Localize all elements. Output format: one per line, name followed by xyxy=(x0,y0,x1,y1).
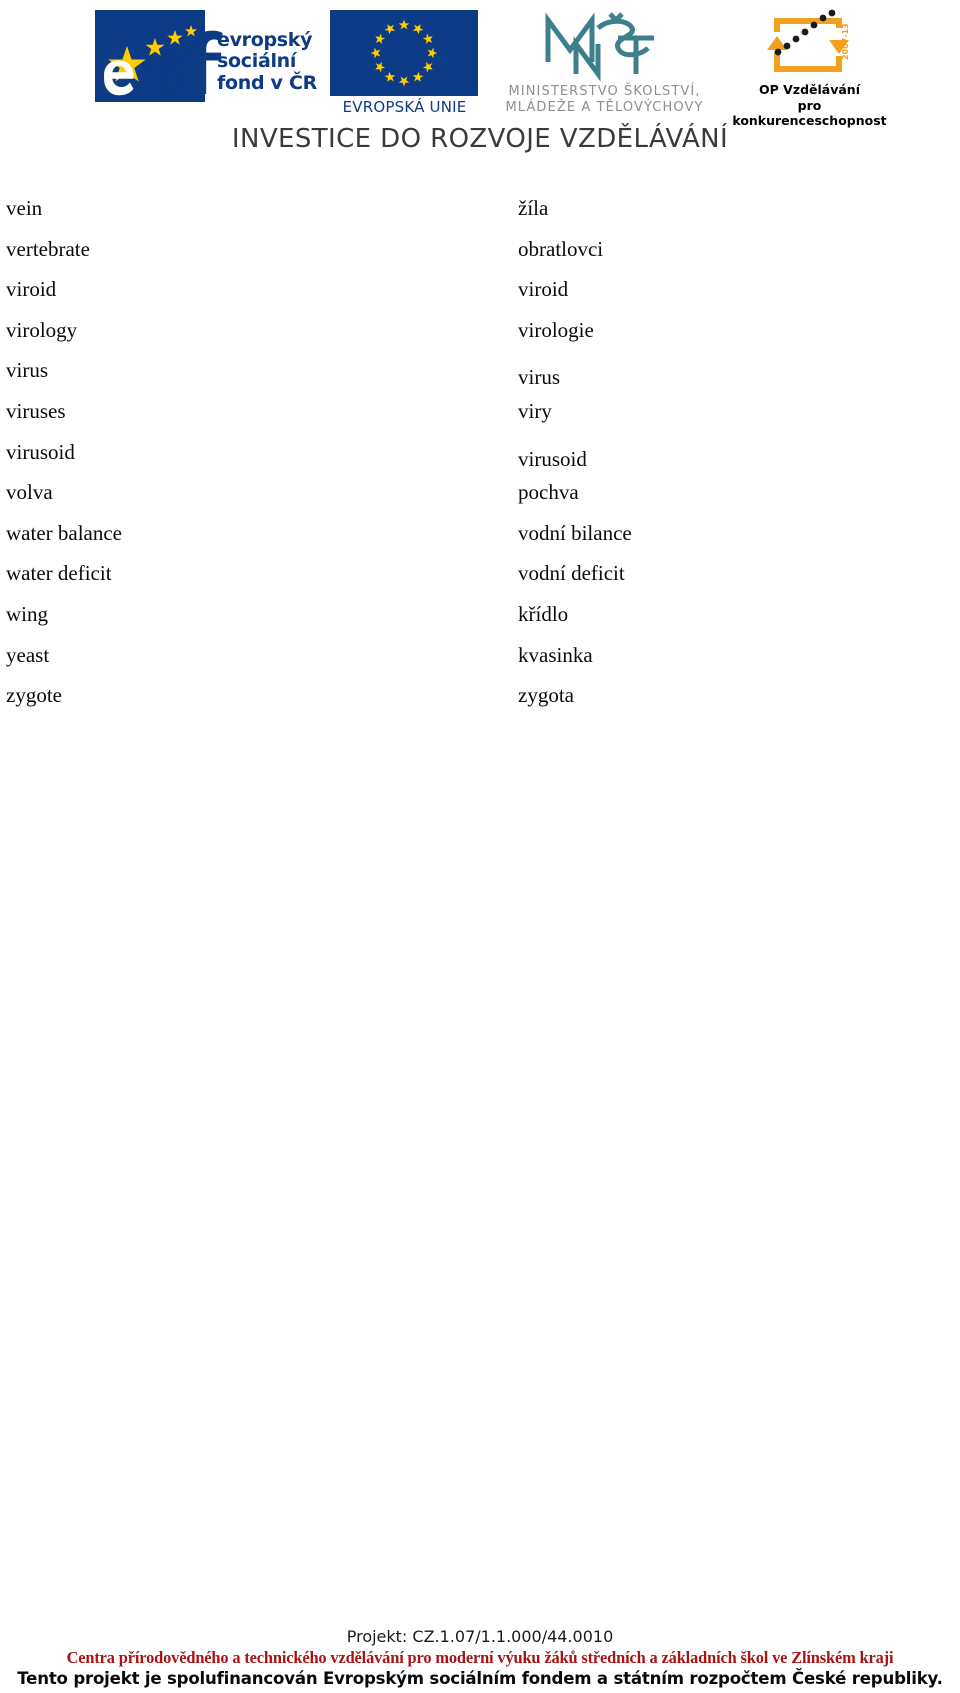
logo-row: evropský sociální fond v ČR EVROPSKÁ UNI… xyxy=(95,8,887,128)
european-union-logo: EVROPSKÁ UNIE xyxy=(322,8,487,116)
glossary-definition: zygota xyxy=(518,683,574,708)
msmt-caption-line2: MLÁDEŽE A TĚLOVÝCHOVY xyxy=(505,100,704,116)
msmt-caption-line1: MINISTERSTVO ŠKOLSTVÍ, xyxy=(508,84,701,99)
glossary-definition: viroid xyxy=(518,277,569,302)
op-vzdelavani-mark-icon: 2007-13 xyxy=(766,9,850,72)
table-row: virusoid virusoid xyxy=(0,440,960,481)
esf-word-line2: sociální xyxy=(217,50,297,73)
table-row: vertebrate obratlovci xyxy=(0,237,960,278)
esf-word-line3: fond v ČR xyxy=(217,71,317,94)
glossary-term: water deficit xyxy=(6,561,112,586)
esf-logo: evropský sociální fond v ČR xyxy=(95,8,330,116)
footer-funding-note: Tento projekt je spolufinancován Evropsk… xyxy=(17,1669,943,1688)
investice-banner: INVESTICE DO ROZVOJE VZDĚLÁVÁNÍ xyxy=(231,124,729,154)
glossary-definition: křídlo xyxy=(518,601,569,626)
glossary-definition: obratlovci xyxy=(518,236,604,261)
table-row: virus virus xyxy=(0,358,960,399)
table-row: zygote zygota xyxy=(0,683,960,724)
table-row: viruses viry xyxy=(0,399,960,440)
glossary-term: virology xyxy=(6,317,78,342)
msmt-caption: MINISTERSTVO ŠKOLSTVÍ, MLÁDEŽE A TĚLOVÝC… xyxy=(487,84,722,117)
table-row: water balance vodní bilance xyxy=(0,521,960,562)
table-row: virology virologie xyxy=(0,318,960,359)
eu-stars-circle-icon xyxy=(370,19,438,87)
glossary-term: virusoid xyxy=(6,439,75,464)
glossary-definition: viry xyxy=(518,398,552,423)
table-row: vein žíla xyxy=(0,196,960,237)
glossary-term: volva xyxy=(6,480,53,505)
opvk-caption: OP Vzdělávání pro konkurenceschopnost xyxy=(722,82,897,129)
glossary-term: wing xyxy=(6,601,48,626)
eu-caption: EVROPSKÁ UNIE xyxy=(342,98,467,116)
glossary-term: viroid xyxy=(6,277,57,302)
table-row: wing křídlo xyxy=(0,602,960,643)
glossary-table: vein žíla vertebrate obratlovci viroid viroid… xyxy=(0,196,960,724)
glossary-definition: žíla xyxy=(518,196,549,220)
table-row: water deficit vodní deficit xyxy=(0,561,960,602)
glossary-definition: vodní bilance xyxy=(518,520,632,545)
msmt-mark-icon xyxy=(545,12,654,82)
glossary-term: viruses xyxy=(6,398,66,423)
glossary-definition: pochva xyxy=(518,480,579,505)
glossary-term: zygote xyxy=(6,683,62,708)
footer-project-code: Projekt: CZ.1.07/1.1.000/44.0010 xyxy=(346,1627,614,1646)
esf-word-line1: evropský xyxy=(217,29,313,51)
page-footer: Projekt: CZ.1.07/1.1.000/44.0010 Centra … xyxy=(0,1627,960,1693)
op-vzdelavani-logo: 2007-13 OP Vzdělávání pro konkurencescho… xyxy=(722,8,897,128)
esf-wordmark: evropský sociální fond v ČR xyxy=(217,29,329,94)
glossary-definition: virologie xyxy=(518,317,594,342)
msmt-logo: MINISTERSTVO ŠKOLSTVÍ, MLÁDEŽE A TĚLOVÝC… xyxy=(487,8,722,120)
glossary-term: vertebrate xyxy=(6,236,90,261)
table-row: volva pochva xyxy=(0,480,960,521)
glossary-term: virus xyxy=(6,358,48,383)
opvk-caption-line1: OP Vzdělávání xyxy=(758,82,860,97)
table-row: yeast kvasinka xyxy=(0,643,960,684)
footer-project-name: Centra přírodovědného a technického vzdě… xyxy=(66,1648,894,1667)
header-logo-band: evropský sociální fond v ČR EVROPSKÁ UNI… xyxy=(0,0,960,178)
glossary-definition: virusoid xyxy=(518,446,587,471)
glossary-term: vein xyxy=(6,196,43,220)
glossary-definition: vodní deficit xyxy=(518,561,625,586)
glossary-definition: kvasinka xyxy=(518,642,593,667)
glossary-definition: virus xyxy=(518,365,560,390)
glossary-term: yeast xyxy=(6,642,50,667)
glossary-term: water balance xyxy=(6,520,123,545)
opvk-period-label: 2007-13 xyxy=(841,23,850,60)
table-row: viroid viroid xyxy=(0,277,960,318)
